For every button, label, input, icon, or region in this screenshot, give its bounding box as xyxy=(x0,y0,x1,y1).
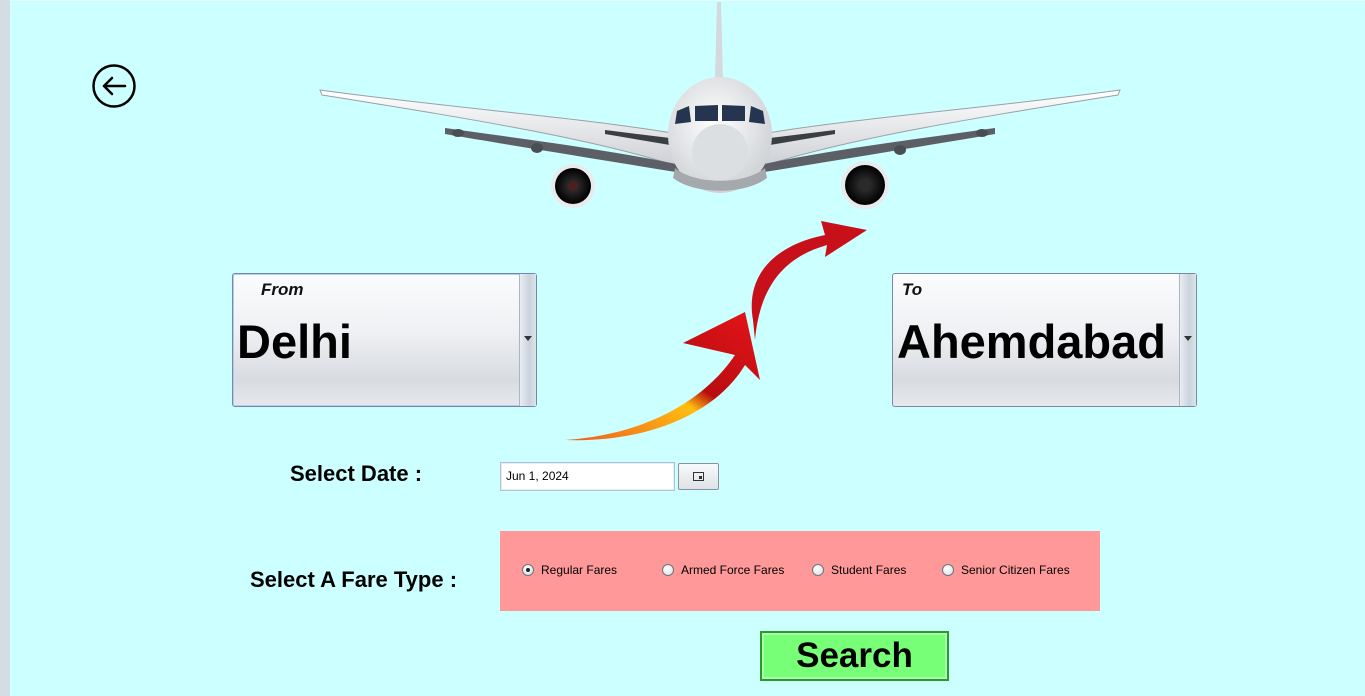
date-picker: Jun 1, 2024 xyxy=(500,462,720,491)
back-button[interactable] xyxy=(92,64,136,108)
search-button[interactable]: Search xyxy=(760,631,949,681)
select-fare-type-label: Select A Fare Type : xyxy=(250,567,458,592)
fare-type-panel: Regular Fares Armed Force Fares Student … xyxy=(500,531,1100,611)
radio-selected-icon xyxy=(522,564,534,576)
to-dropdown-button[interactable] xyxy=(1179,274,1196,406)
back-arrow-icon xyxy=(92,64,136,108)
to-city-value: Ahemdabad xyxy=(897,315,1166,368)
fare-radio-senior-citizen[interactable]: Senior Citizen Fares xyxy=(942,563,1070,577)
radio-unselected-icon xyxy=(942,564,954,576)
calendar-icon xyxy=(693,472,704,481)
radio-unselected-icon xyxy=(812,564,824,576)
airplane-image xyxy=(319,2,1121,209)
to-city-combobox[interactable]: To Ahemdabad xyxy=(892,273,1197,407)
fare-option-label: Student Fares xyxy=(831,563,907,577)
from-caption: From xyxy=(261,280,304,299)
chevron-down-icon xyxy=(1184,336,1192,341)
fare-radio-student[interactable]: Student Fares xyxy=(812,563,906,577)
window-edge xyxy=(0,0,10,696)
fare-option-label: Senior Citizen Fares xyxy=(961,563,1070,577)
fare-option-label: Regular Fares xyxy=(541,563,618,577)
from-dropdown-button[interactable] xyxy=(519,274,536,406)
from-city-value: Delhi xyxy=(237,315,352,368)
date-field[interactable]: Jun 1, 2024 xyxy=(500,462,675,491)
fare-radio-armed-force[interactable]: Armed Force Fares xyxy=(662,563,784,577)
to-caption: To xyxy=(902,280,923,299)
fare-option-label: Armed Force Fares xyxy=(681,563,785,577)
date-picker-button[interactable] xyxy=(678,463,719,490)
select-date-label: Select Date : xyxy=(290,461,423,486)
curved-arrow-icon xyxy=(565,221,867,441)
from-city-combobox[interactable]: From Delhi xyxy=(232,273,537,407)
radio-unselected-icon xyxy=(662,564,674,576)
chevron-down-icon xyxy=(524,336,532,341)
fare-radio-regular[interactable]: Regular Fares xyxy=(522,563,617,577)
